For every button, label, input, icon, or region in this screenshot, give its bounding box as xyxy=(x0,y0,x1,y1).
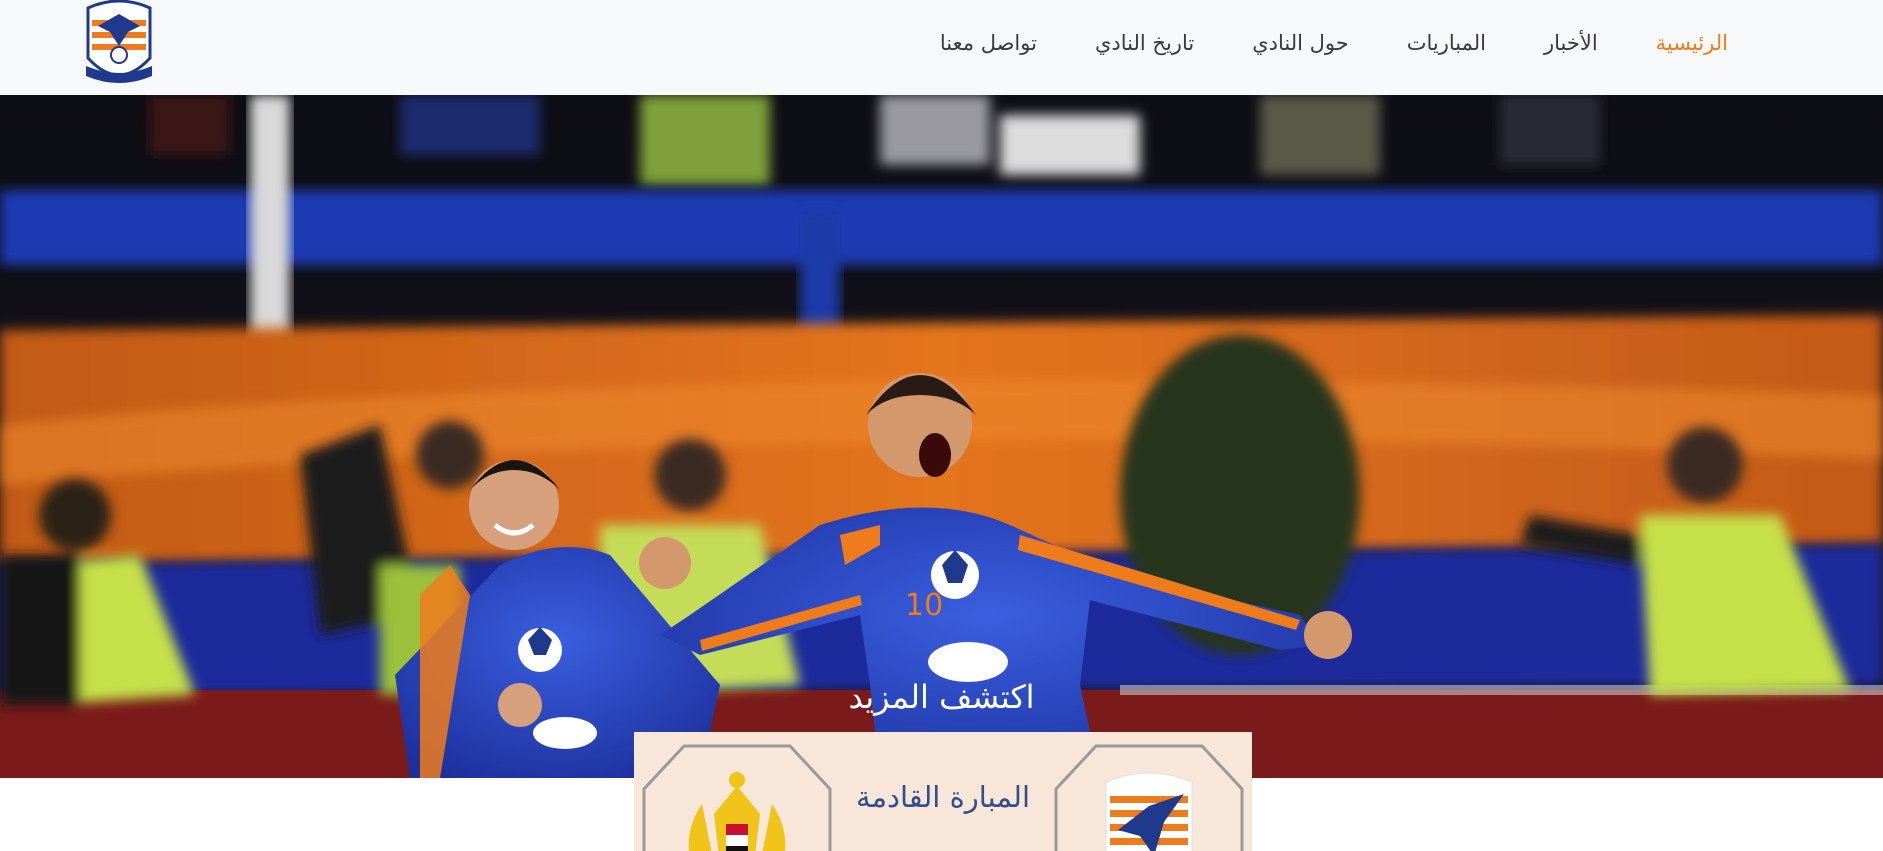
svg-text:10: 10 xyxy=(905,588,943,623)
nav-matches[interactable]: المباريات xyxy=(1407,31,1486,55)
next-match-card: المبارة القادمة xyxy=(634,732,1252,851)
nav-home[interactable]: الرئيسية xyxy=(1656,31,1728,55)
nav-history[interactable]: تاريخ النادي xyxy=(1095,31,1194,55)
nav-news[interactable]: الأخبار xyxy=(1544,31,1598,55)
top-navbar: الرئيسية الأخبار المباريات حول النادي تا… xyxy=(0,0,1883,95)
hero-photo: 10 xyxy=(0,95,1883,778)
nav-contact[interactable]: تواصل معنا xyxy=(940,31,1037,55)
next-match-title: المبارة القادمة xyxy=(855,780,1031,814)
club-logo-icon[interactable] xyxy=(80,0,158,86)
discover-more-link[interactable]: اكتشف المزيد xyxy=(0,678,1883,716)
main-nav: الرئيسية الأخبار المباريات حول النادي تا… xyxy=(882,0,1728,86)
opponent-crest-icon xyxy=(642,744,832,851)
nav-about[interactable]: حول النادي xyxy=(1252,31,1349,55)
hero-banner: 10 اكتشف المزيد xyxy=(0,95,1883,778)
club-eagle-crest-icon xyxy=(1054,744,1244,851)
